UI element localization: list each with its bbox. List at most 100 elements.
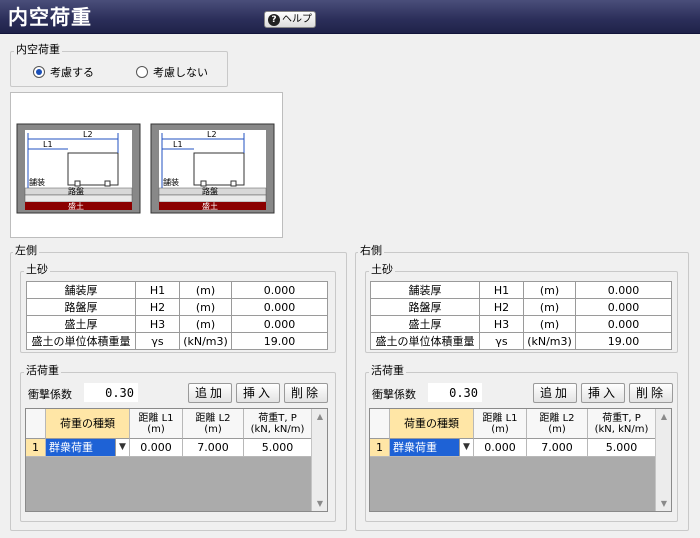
soil-value[interactable]: 19.00: [575, 332, 672, 350]
diagram-right-l2: L2: [207, 130, 217, 139]
left-impact-input[interactable]: 0.30: [84, 383, 138, 402]
right-delete-button[interactable]: 削除: [629, 383, 673, 403]
load-diagram: L2 L1 舗装 路盤 盛土 L2 L1 舗装 路盤 盛土: [10, 92, 283, 238]
right-soil-label: 土砂: [369, 263, 395, 276]
load-diagram-svg: L2 L1 舗装 路盤 盛土 L2 L1 舗装 路盤 盛土: [16, 123, 275, 214]
right-insert-button[interactable]: 挿入: [581, 383, 625, 403]
left-delete-button[interactable]: 削除: [284, 383, 328, 403]
diagram-left-roadbed: 路盤: [68, 186, 84, 196]
soil-value[interactable]: 0.000: [231, 298, 328, 316]
soil-name: 舗装厚: [370, 281, 480, 299]
diagram-right-pavement: 舗装: [163, 177, 179, 187]
scroll-up-icon[interactable]: ▲: [312, 412, 327, 421]
radio-consider[interactable]: 考慮する: [33, 64, 94, 80]
diagram-left-l2: L2: [83, 130, 93, 139]
left-soil-label: 土砂: [24, 263, 50, 276]
col-header-l2[interactable]: 距離 L2 (m): [527, 409, 588, 439]
radio-not-consider[interactable]: 考慮しない: [136, 64, 208, 80]
diagram-left-embankment: 盛土: [68, 201, 84, 211]
col-header-type[interactable]: 荷重の種類: [46, 409, 130, 439]
right-add-button[interactable]: 追加: [533, 383, 577, 403]
soil-value[interactable]: 0.000: [575, 281, 672, 299]
col-header-l2[interactable]: 距離 L2 (m): [183, 409, 244, 439]
soil-symbol: H2: [479, 298, 524, 316]
chevron-down-icon[interactable]: ▼: [115, 439, 129, 456]
soil-symbol: H1: [479, 281, 524, 299]
cell-l1[interactable]: 0.000: [130, 439, 183, 457]
soil-value[interactable]: 0.000: [231, 315, 328, 333]
right-side-label: 右側: [358, 244, 384, 257]
radio-not-consider-label: 考慮しない: [153, 66, 208, 79]
soil-symbol: H2: [135, 298, 180, 316]
soil-symbol: γs: [479, 332, 524, 350]
soil-symbol: H3: [479, 315, 524, 333]
internal-load-group-label: 内空荷重: [14, 43, 62, 56]
load-type-dropdown[interactable]: 群衆荷重 ▼: [46, 439, 130, 457]
cell-load[interactable]: 5.000: [588, 439, 656, 457]
right-grid-scrollbar[interactable]: ▲ ▼: [655, 409, 671, 511]
cell-l2[interactable]: 7.000: [527, 439, 588, 457]
table-row: 路盤厚 H2 (m) 0.000: [26, 298, 328, 316]
cell-l1[interactable]: 0.000: [474, 439, 527, 457]
soil-value[interactable]: 0.000: [575, 298, 672, 316]
soil-unit: (m): [179, 298, 232, 316]
right-impact-input[interactable]: 0.30: [428, 383, 482, 402]
diagram-right-embankment: 盛土: [202, 201, 218, 211]
diagram-left-pavement: 舗装: [29, 177, 45, 187]
left-grid-scrollbar[interactable]: ▲ ▼: [311, 409, 327, 511]
right-live-load-label: 活荷重: [369, 364, 406, 377]
soil-name: 路盤厚: [370, 298, 480, 316]
col-header-l1[interactable]: 距離 L1 (m): [474, 409, 527, 439]
soil-unit: (kN/m3): [179, 332, 232, 350]
cell-load[interactable]: 5.000: [244, 439, 312, 457]
soil-symbol: γs: [135, 332, 180, 350]
row-number[interactable]: 1: [26, 439, 46, 457]
soil-symbol: H1: [135, 281, 180, 299]
radio-consider-indicator[interactable]: [33, 66, 45, 78]
diagram-right-l1: L1: [173, 140, 183, 149]
soil-symbol: H3: [135, 315, 180, 333]
col-header-load[interactable]: 荷重T, P (kN, kN/m): [588, 409, 656, 439]
scroll-up-icon[interactable]: ▲: [656, 412, 671, 421]
row-number[interactable]: 1: [370, 439, 390, 457]
help-label: ヘルプ: [282, 14, 312, 25]
soil-unit: (m): [179, 315, 232, 333]
radio-not-consider-indicator[interactable]: [136, 66, 148, 78]
diagram-left-l1: L1: [43, 140, 53, 149]
left-add-button[interactable]: 追加: [188, 383, 232, 403]
soil-unit: (m): [523, 315, 576, 333]
soil-value[interactable]: 0.000: [575, 315, 672, 333]
col-header-load[interactable]: 荷重T, P (kN, kN/m): [244, 409, 312, 439]
col-header-l1[interactable]: 距離 L1 (m): [130, 409, 183, 439]
scroll-down-icon[interactable]: ▼: [656, 499, 671, 508]
load-type-value: 群衆荷重: [393, 441, 437, 454]
soil-unit: (m): [179, 281, 232, 299]
left-insert-button[interactable]: 挿入: [236, 383, 280, 403]
grid-corner: [370, 409, 390, 439]
table-row: 盛土の単位体積重量 γs (kN/m3) 19.00: [26, 332, 328, 350]
load-type-dropdown[interactable]: 群衆荷重 ▼: [390, 439, 474, 457]
soil-value[interactable]: 0.000: [231, 281, 328, 299]
soil-value[interactable]: 19.00: [231, 332, 328, 350]
table-row: 路盤厚 H2 (m) 0.000: [370, 298, 672, 316]
soil-unit: (m): [523, 298, 576, 316]
soil-name: 盛土厚: [26, 315, 136, 333]
title-bar: [0, 0, 700, 34]
table-row: 舗装厚 H1 (m) 0.000: [370, 281, 672, 299]
scroll-down-icon[interactable]: ▼: [312, 499, 327, 508]
help-button[interactable]: ? ヘルプ: [264, 11, 316, 28]
right-impact-label: 衝撃係数: [372, 388, 416, 401]
diagram-panel-left: [16, 123, 141, 214]
left-side-label: 左側: [13, 244, 39, 257]
soil-name: 路盤厚: [26, 298, 136, 316]
table-row: 舗装厚 H1 (m) 0.000: [26, 281, 328, 299]
right-soil-table: 舗装厚 H1 (m) 0.000 路盤厚 H2 (m) 0.000 盛土厚 H3…: [370, 281, 672, 350]
left-soil-table: 舗装厚 H1 (m) 0.000 路盤厚 H2 (m) 0.000 盛土厚 H3…: [26, 281, 328, 350]
soil-name: 盛土の単位体積重量: [26, 332, 136, 350]
soil-unit: (kN/m3): [523, 332, 576, 350]
chevron-down-icon[interactable]: ▼: [459, 439, 473, 456]
table-row: 盛土厚 H3 (m) 0.000: [370, 315, 672, 333]
cell-l2[interactable]: 7.000: [183, 439, 244, 457]
col-header-type[interactable]: 荷重の種類: [390, 409, 474, 439]
table-row: 盛土の単位体積重量 γs (kN/m3) 19.00: [370, 332, 672, 350]
